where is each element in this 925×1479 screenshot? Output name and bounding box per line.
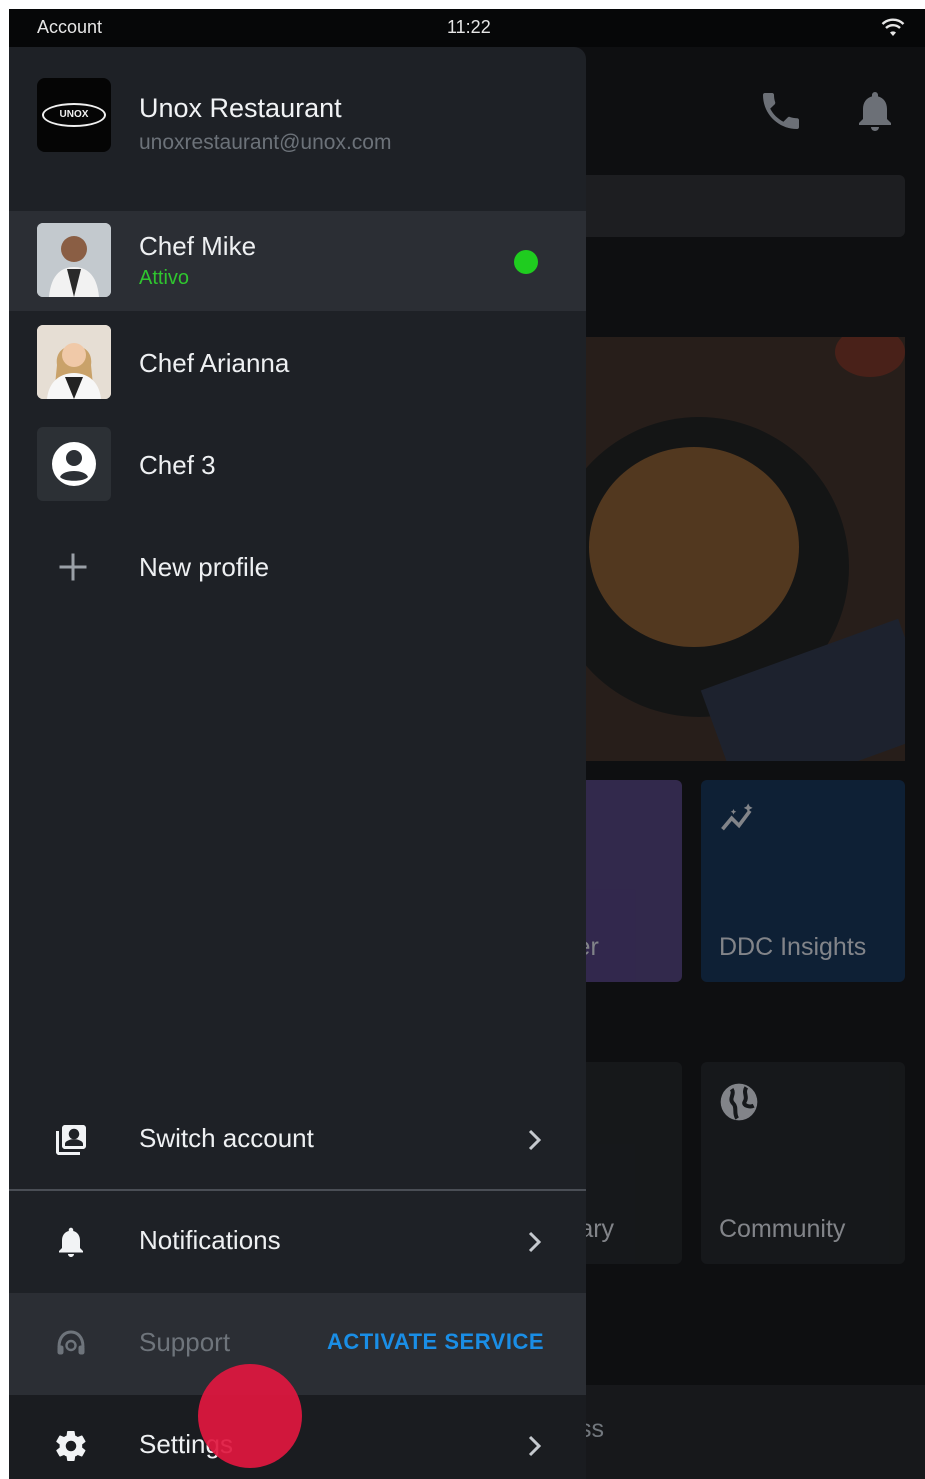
profile-name: Chef 3 <box>139 450 216 480</box>
avatar <box>37 223 111 297</box>
notifications-label: Notifications <box>139 1225 281 1255</box>
phone-icon <box>763 93 799 129</box>
plus-icon <box>59 553 87 581</box>
status-bar-time: 11:22 <box>447 17 491 37</box>
profile-item-chef-mike[interactable]: Chef Mike Attivo <box>9 211 586 311</box>
support-item: Support ACTIVATE SERVICE <box>9 1293 586 1395</box>
unox-logo: UNOX <box>37 78 111 152</box>
profile-item-chef-3[interactable]: Chef 3 <box>9 415 586 515</box>
account-circle-icon <box>52 442 96 486</box>
new-profile-label: New profile <box>139 552 270 582</box>
support-label: Support <box>139 1327 231 1357</box>
account-header: UNOX Unox Restaurant unoxrestaurant@unox… <box>9 47 586 203</box>
switch-account-icon <box>56 1125 86 1155</box>
new-profile-button[interactable]: New profile <box>9 517 586 617</box>
logo-text: UNOX <box>42 103 106 127</box>
profile-item-chef-arianna[interactable]: Chef Arianna <box>9 313 586 413</box>
background-hero-image <box>569 337 905 761</box>
touch-indicator <box>198 1364 302 1468</box>
bell-icon <box>859 92 891 131</box>
background-search-bar <box>569 175 905 237</box>
profile-status: Attivo <box>139 267 190 289</box>
background-tile-community: Community <box>701 1062 905 1264</box>
notifications-item[interactable]: Notifications <box>9 1191 586 1293</box>
account-email: unoxrestaurant@unox.com <box>139 131 392 154</box>
tile-label: DDC Insights <box>719 933 867 961</box>
account-name: Unox Restaurant <box>139 93 342 123</box>
account-drawer: UNOX Unox Restaurant unoxrestaurant@unox… <box>9 47 586 1479</box>
bell-icon <box>59 1227 83 1257</box>
avatar <box>37 325 111 399</box>
switch-account-label: Switch account <box>139 1123 314 1153</box>
wifi-icon <box>881 18 905 36</box>
chevron-right-icon <box>528 1435 542 1457</box>
globe-icon <box>720 1083 758 1121</box>
status-bar-app-label: Account <box>37 17 103 37</box>
chevron-right-icon <box>528 1231 542 1253</box>
status-bar: Account 11:22 <box>9 9 925 47</box>
background-header-actions <box>757 87 899 135</box>
avatar <box>37 427 111 501</box>
insights-icon <box>721 803 753 831</box>
gear-icon <box>56 1431 86 1461</box>
switch-account-item[interactable]: Switch account <box>9 1089 586 1191</box>
tile-label: Community <box>719 1215 846 1243</box>
background-bottom-bar: ss <box>569 1385 925 1479</box>
activate-service-button[interactable]: ACTIVATE SERVICE <box>327 1329 544 1355</box>
background-tile-ddc-insights: DDC Insights <box>701 780 905 982</box>
profile-name: Chef Arianna <box>139 348 290 378</box>
support-agent-icon <box>57 1330 85 1355</box>
profile-name: Chef Mike <box>139 231 257 261</box>
chevron-right-icon <box>528 1129 542 1151</box>
online-indicator <box>514 250 538 274</box>
app-screen: Account 11:22 ler DDC Insights rary <box>9 9 925 1479</box>
